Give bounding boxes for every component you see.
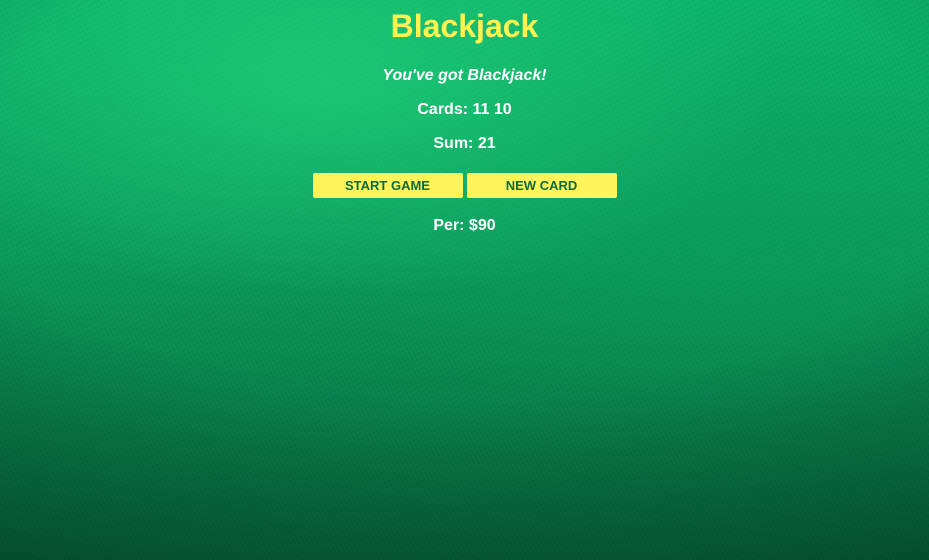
button-row: START GAME NEW CARD bbox=[0, 173, 929, 198]
new-card-button[interactable]: NEW CARD bbox=[466, 173, 617, 198]
player-chips-text: Per: $90 bbox=[433, 217, 496, 234]
cards-text: Cards: 11 10 bbox=[417, 101, 512, 118]
game-title: Blackjack bbox=[390, 8, 539, 44]
game-panel: Blackjack You've got Blackjack! Cards: 1… bbox=[0, 0, 929, 236]
message-text: You've got Blackjack! bbox=[382, 67, 547, 84]
start-game-button[interactable]: START GAME bbox=[312, 173, 463, 198]
sum-text: Sum: 21 bbox=[433, 135, 496, 152]
